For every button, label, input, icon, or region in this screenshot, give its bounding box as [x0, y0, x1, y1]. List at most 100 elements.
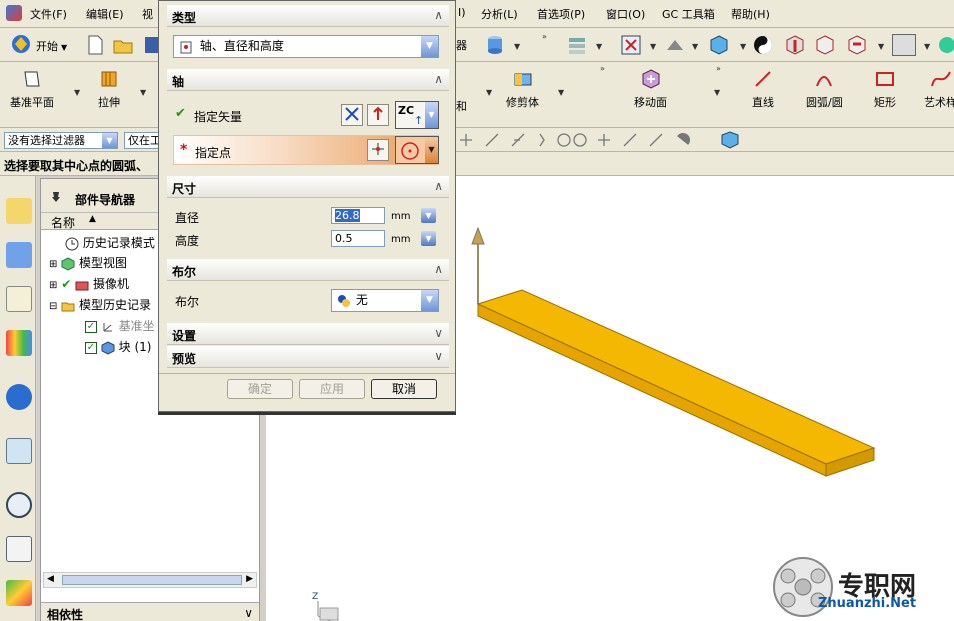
reverse-direction-button[interactable] [367, 104, 389, 126]
reuse-library-icon[interactable] [6, 330, 32, 356]
point-dialog-button[interactable] [367, 139, 389, 161]
menu-tools-partial[interactable]: I) [458, 6, 466, 19]
trim-body-button[interactable]: 修剪体 [506, 68, 539, 110]
menu-file[interactable]: 文件(F) [30, 6, 67, 22]
pin-icon[interactable] [49, 190, 63, 204]
cylinder-icon[interactable] [484, 34, 506, 56]
collapse-icon[interactable]: ⊟ [49, 301, 57, 312]
block-top-face[interactable] [476, 289, 876, 465]
preview-section-header[interactable]: 预览 ∨ [167, 346, 449, 368]
block-front-face[interactable] [477, 303, 827, 477]
vector-dialog-button[interactable] [341, 104, 363, 126]
visibility-checkbox[interactable]: ✓ [85, 341, 97, 354]
roles-icon[interactable] [6, 580, 32, 606]
open-folder-icon[interactable] [112, 34, 134, 56]
type-section-header[interactable]: 类型 ∧ [167, 5, 449, 27]
cancel-button[interactable]: 取消 [371, 379, 437, 399]
navigator-horizontal-scrollbar[interactable]: ◀ ▶ [43, 572, 257, 588]
process-studio-icon[interactable] [6, 536, 32, 562]
section-dropdown-icon[interactable]: ▼ [878, 42, 884, 51]
start-button[interactable]: 开始 ▼ [10, 33, 67, 55]
trim-body-dropdown-icon[interactable]: ▼ [558, 88, 564, 97]
apply-button[interactable]: 应用 [299, 379, 365, 399]
tree-row-datum-csys[interactable]: ✓ 基准坐 [85, 317, 155, 334]
layer-dropdown-icon[interactable]: ▼ [596, 42, 602, 51]
history-palette-icon[interactable] [6, 438, 32, 464]
menu-help[interactable]: 帮助(H) [731, 6, 770, 22]
chevron-down-icon[interactable]: ∨ [244, 606, 253, 620]
assembly-navigator-icon[interactable] [6, 198, 32, 224]
clock-icon[interactable] [6, 492, 32, 518]
clip-cube-icon[interactable] [814, 34, 836, 56]
fit-view-dropdown-icon[interactable]: ▼ [650, 42, 656, 51]
sync-overflow-icon[interactable]: » [716, 64, 721, 73]
menu-analysis[interactable]: 分析(L) [481, 6, 518, 22]
toolbar-overflow-icon[interactable]: » [542, 32, 547, 41]
part-navigator-icon[interactable] [6, 286, 32, 312]
chevron-up-icon[interactable]: ∧ [434, 72, 443, 86]
height-spinner-button[interactable]: ▼ [421, 231, 436, 246]
snap-point-icons[interactable] [456, 131, 746, 149]
tree-row-block[interactable]: ✓ 块 (1) [85, 338, 151, 355]
layer-icon[interactable] [566, 34, 588, 56]
arc-circle-button[interactable]: 圆弧/圆 [806, 68, 843, 110]
menu-gc-toolbox[interactable]: GC 工具箱 [662, 6, 715, 22]
dependencies-panel-header[interactable]: 相依性 ∨ [41, 602, 259, 621]
tree-row-model-history[interactable]: ⊟ 模型历史记录 [49, 296, 151, 313]
move-face-button[interactable]: 移动面 [634, 68, 667, 110]
cylinder-dropdown-icon[interactable]: ▼ [514, 42, 520, 51]
background-dropdown-icon[interactable]: ▼ [924, 42, 930, 51]
boolean-section-header[interactable]: 布尔 ∧ [167, 259, 449, 281]
boolean-dropdown-icon[interactable]: ▼ [486, 88, 492, 97]
studio-spline-button[interactable]: 艺术样 [924, 68, 954, 110]
type-select[interactable]: 轴、直径和高度 ▼ [173, 35, 439, 58]
chevron-up-icon[interactable]: ∧ [434, 8, 443, 22]
sort-ascending-icon[interactable]: ▲ [89, 214, 96, 224]
axis-section-header[interactable]: 轴 ∧ [167, 69, 449, 91]
render-style-dropdown-icon[interactable]: ▼ [692, 42, 698, 51]
vector-type-select[interactable]: ZC ↑ ▼ [395, 101, 439, 129]
tree-row-model-views[interactable]: ⊞ 模型视图 [49, 254, 127, 271]
color-palette-icon[interactable] [936, 34, 954, 56]
scrollbar-thumb[interactable] [62, 575, 242, 585]
shaded-cube-icon[interactable] [708, 34, 730, 56]
chevron-down-icon[interactable]: ∨ [434, 349, 443, 363]
height-input[interactable]: 0.5 [331, 230, 385, 247]
feature-overflow-icon[interactable]: » [600, 64, 605, 73]
settings-section-header[interactable]: 设置 ∨ [167, 323, 449, 345]
expand-icon[interactable]: ⊞ [49, 280, 57, 291]
chevron-down-icon[interactable]: ∨ [434, 326, 443, 340]
selection-filter-select[interactable]: 没有选择过滤器 ▼ [4, 132, 118, 149]
diameter-spinner-button[interactable]: ▼ [421, 208, 436, 223]
chevron-up-icon[interactable]: ∧ [434, 179, 443, 193]
rectangle-button[interactable]: 矩形 [874, 68, 896, 110]
boolean-select[interactable]: 无 ▼ [331, 289, 439, 312]
edit-section-icon[interactable] [846, 34, 868, 56]
yin-yang-icon[interactable] [752, 34, 774, 56]
menu-preferences[interactable]: 首选项(P) [537, 6, 585, 22]
datum-plane-dropdown-icon[interactable]: ▼ [74, 88, 80, 97]
app-logo-icon[interactable] [6, 5, 22, 21]
menu-window[interactable]: 窗口(O) [606, 6, 645, 22]
point-type-select[interactable]: ▼ [395, 136, 439, 164]
visibility-checkbox[interactable]: ✓ [85, 320, 97, 333]
scroll-right-icon[interactable]: ▶ [246, 574, 253, 584]
menu-edit[interactable]: 编辑(E) [86, 6, 124, 22]
diameter-input[interactable]: 26.8 [331, 207, 385, 224]
extrude-button[interactable]: 拉伸 [98, 68, 120, 110]
render-style-icon[interactable] [664, 34, 686, 56]
line-button[interactable]: 直线 [752, 68, 774, 110]
fit-view-icon[interactable] [620, 34, 642, 56]
datum-plane-button[interactable]: 基准平面 [10, 68, 54, 110]
chevron-up-icon[interactable]: ∧ [434, 262, 443, 276]
tree-row-cameras[interactable]: ⊞ ✔ 摄像机 [49, 275, 129, 292]
new-file-icon[interactable] [84, 34, 106, 56]
tree-row-history-mode[interactable]: 历史记录模式 [65, 234, 155, 251]
ok-button[interactable]: 确定 [227, 379, 293, 399]
extrude-dropdown-icon[interactable]: ▼ [140, 88, 146, 97]
dimensions-section-header[interactable]: 尺寸 ∧ [167, 176, 449, 198]
scroll-left-icon[interactable]: ◀ [47, 574, 54, 584]
web-browser-icon[interactable] [6, 384, 32, 410]
menu-view[interactable]: 视 [142, 6, 153, 22]
background-color-swatch[interactable] [892, 34, 916, 56]
